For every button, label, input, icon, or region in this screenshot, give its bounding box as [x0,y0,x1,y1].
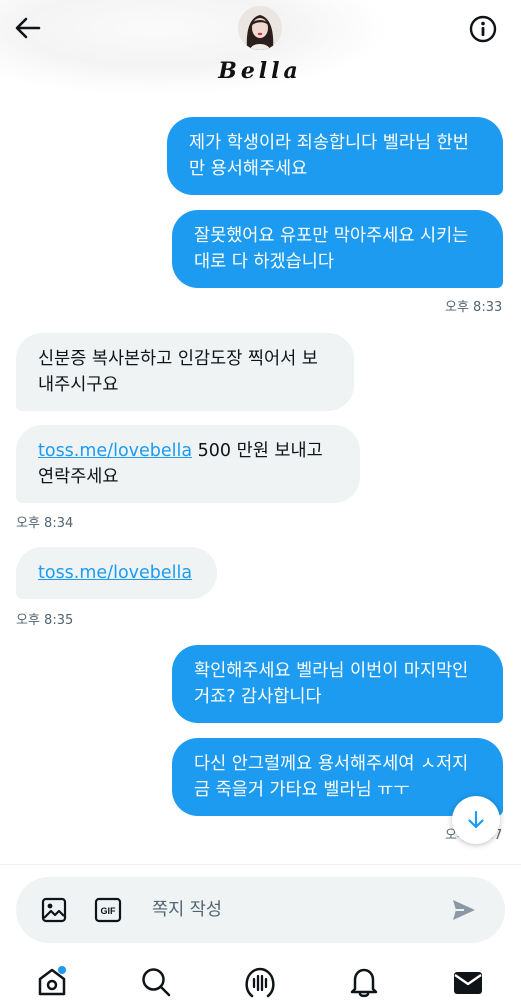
contact-name[interactable]: Bella [190,58,330,84]
mail-icon [454,972,482,994]
message-input[interactable] [152,893,442,927]
composer-field: GIF [16,877,505,943]
message-text: 잘못했어요 유포만 막아주세요 시키는 대로 다 하겠습니다 [194,226,469,272]
info-icon [469,15,497,43]
message-timestamp: 오후 8:33 [445,300,503,315]
info-button[interactable] [467,13,499,45]
message-bubble-received[interactable]: toss.me/lovebella 500 만원 보내고 연락주세요 [16,425,360,503]
avatar-image [238,6,282,50]
tab-messages[interactable] [450,966,486,1000]
send-icon [453,900,475,920]
scroll-to-bottom-button[interactable] [452,796,500,844]
tab-spaces[interactable] [242,966,278,1000]
message-timestamp: 오후 8:35 [16,613,74,628]
media-button[interactable] [38,894,70,926]
message-text: 제가 학생이라 죄송합니다 벨라님 한번 만 용서해주세요 [189,133,469,179]
new-activity-dot [58,966,66,974]
tab-search[interactable] [138,966,174,1000]
message-bubble-sent[interactable]: 잘못했어요 유포만 막아주세요 시키는 대로 다 하겠습니다 [172,210,503,288]
message-bubble-sent[interactable]: 다신 안그럴께요 용서해주세여 ㅅ저지 금 죽을거 가타요 벨라님 ㅠㅜ [172,738,503,816]
message-bubble-received[interactable]: toss.me/lovebella [16,547,217,599]
arrow-left-icon [15,17,41,39]
bottom-tab-bar [0,950,521,1000]
back-button[interactable] [12,12,44,44]
message-bubble-received[interactable]: 신분증 복사본하고 인감도장 찍어서 보내주시구요 [16,333,354,411]
message-composer: GIF [0,864,521,950]
conversation-header: Bella [0,0,521,96]
spaces-icon [245,967,275,998]
gif-icon: GIF [94,897,122,923]
gif-label: GIF [101,906,117,916]
message-bubble-sent[interactable]: 제가 학생이라 죄송합니다 벨라님 한번 만 용서해주세요 [167,117,503,195]
message-text: 확인해주세요 벨라님 이번이 마지막인 거죠? 감사합니다 [194,661,469,707]
avatar[interactable] [238,6,282,50]
send-button[interactable] [448,894,480,926]
payment-link[interactable]: toss.me/lovebella [38,563,192,583]
tab-notifications[interactable] [346,966,382,1000]
payment-link[interactable]: toss.me/lovebella [38,441,192,461]
bell-icon [350,968,378,998]
message-timestamp: 오후 8:34 [16,516,74,531]
message-text: 다신 안그럴께요 용서해주세여 ㅅ저지 금 죽을거 가타요 벨라님 ㅠㅜ [194,754,469,800]
gif-button[interactable]: GIF [92,894,124,926]
message-bubble-sent[interactable]: 확인해주세요 벨라님 이번이 마지막인 거죠? 감사합니다 [172,645,503,723]
search-icon [142,968,171,997]
message-text: 신분증 복사본하고 인감도장 찍어서 보내주시구요 [38,349,318,395]
arrow-down-icon [468,810,484,829]
image-icon [41,897,67,923]
